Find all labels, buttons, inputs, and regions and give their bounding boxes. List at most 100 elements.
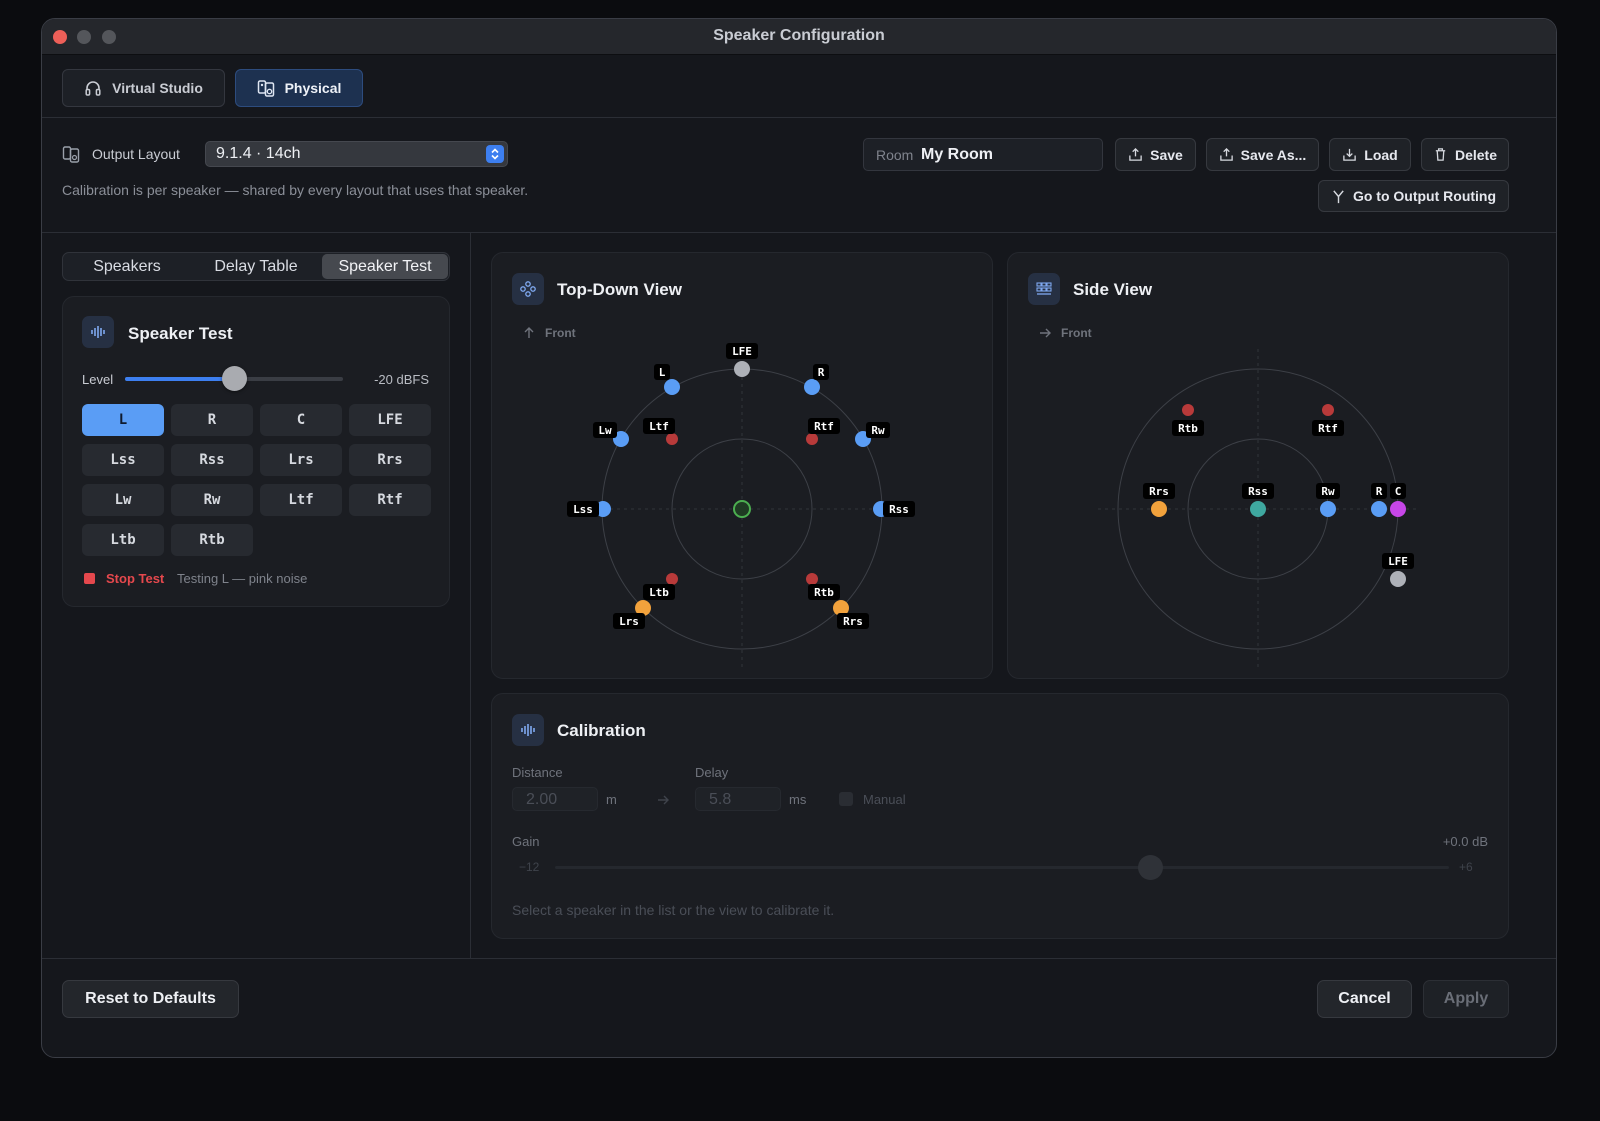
side-view-canvas[interactable]: Rtb Rtf Rrs Rss Rw R C LFE: [1008, 253, 1510, 680]
speaker-button-lrs[interactable]: Lrs: [260, 444, 342, 476]
speaker-dot-rss[interactable]: [1250, 501, 1266, 517]
speaker-label-rtb: Rtb: [814, 586, 834, 599]
speaker-icon: [257, 80, 274, 97]
speaker-dot-rtb[interactable]: [1182, 404, 1194, 416]
level-slider[interactable]: [125, 366, 343, 391]
tab-speakers[interactable]: Speakers: [65, 254, 189, 279]
speaker-label-rtf: Rtf: [1318, 422, 1338, 435]
stop-test-button[interactable]: Stop Test: [106, 571, 164, 586]
level-slider-thumb[interactable]: [222, 366, 247, 391]
speaker-button-rrs[interactable]: Rrs: [349, 444, 431, 476]
speaker-dot-rrs[interactable]: [1151, 501, 1167, 517]
level-slider-fill: [125, 377, 234, 381]
level-label: Level: [82, 372, 114, 387]
speaker-dot-rtb[interactable]: [806, 573, 818, 585]
toolbar-divider: [42, 232, 1556, 233]
speaker-label-ltf: Ltf: [649, 420, 669, 433]
arrow-right-icon: [658, 795, 669, 805]
gain-max-label: +6: [1459, 860, 1473, 874]
speaker-dot-r[interactable]: [1371, 501, 1387, 517]
room-value: My Room: [921, 146, 993, 163]
save-as-icon: [1219, 147, 1233, 161]
speaker-dot-rtf[interactable]: [806, 433, 818, 445]
speaker-label-rw: Rw: [1321, 485, 1335, 498]
save-button[interactable]: Save: [1115, 138, 1196, 171]
delete-button[interactable]: Delete: [1421, 138, 1509, 171]
mode-physical-button[interactable]: Physical: [235, 69, 363, 107]
top-down-view-canvas[interactable]: LFE L R Lw Ltf Rtf Rw Lss Rss Ltb Rtb Lrs Rrs: [492, 253, 994, 680]
speaker-label-lrs: Lrs: [619, 615, 639, 628]
apply-button[interactable]: Apply: [1423, 980, 1509, 1018]
tab-delay-table[interactable]: Delay Table: [192, 254, 320, 279]
mode-virtual-studio-button[interactable]: Virtual Studio: [62, 69, 225, 107]
output-layout-icon: [62, 146, 80, 163]
speaker-label-rrs: Rrs: [1149, 485, 1169, 498]
speaker-dot-lfe[interactable]: [734, 361, 750, 377]
speaker-button-rss[interactable]: Rss: [171, 444, 253, 476]
speaker-dot-r[interactable]: [804, 379, 820, 395]
room-field[interactable]: Room My Room: [863, 138, 1103, 171]
tab-bar: Speakers Delay Table Speaker Test: [62, 252, 450, 281]
speaker-button-ltf[interactable]: Ltf: [260, 484, 342, 516]
speaker-label-rtf: Rtf: [814, 420, 834, 433]
speaker-button-lw[interactable]: Lw: [82, 484, 164, 516]
routing-label: Go to Output Routing: [1352, 188, 1497, 204]
calibration-note: Calibration is per speaker — shared by e…: [62, 182, 529, 198]
save-as-label: Save As...: [1240, 146, 1307, 163]
speaker-button-lfe[interactable]: LFE: [349, 404, 431, 436]
delay-unit: ms: [789, 792, 807, 807]
manual-label: Manual: [863, 792, 906, 807]
gain-slider-thumb[interactable]: [1138, 855, 1163, 880]
speaker-button-rw[interactable]: Rw: [171, 484, 253, 516]
calibration-panel: Calibration Distance 2.00 m Delay 5.8 ms…: [491, 693, 1509, 939]
speaker-label-lss: Lss: [573, 503, 593, 516]
speaker-button-ltb[interactable]: Ltb: [82, 524, 164, 556]
load-button[interactable]: Load: [1329, 138, 1411, 171]
delete-label: Delete: [1454, 146, 1498, 163]
speaker-button-rtf[interactable]: Rtf: [349, 484, 431, 516]
speaker-dot-ltb[interactable]: [666, 573, 678, 585]
header-divider: [42, 117, 1556, 118]
level-value: -20 dBFS: [374, 372, 429, 387]
trash-icon: [1435, 148, 1446, 161]
calibration-hint: Select a speaker in the list or the view…: [512, 902, 835, 918]
mode-physical-label: Physical: [284, 80, 342, 96]
speaker-dot-lfe[interactable]: [1390, 571, 1406, 587]
gain-label: Gain: [512, 834, 540, 849]
mode-virtual-studio-label: Virtual Studio: [112, 80, 203, 96]
tab-speaker-test[interactable]: Speaker Test: [322, 254, 448, 279]
speaker-label-r: R: [818, 366, 825, 379]
speaker-dot-rw[interactable]: [1320, 501, 1336, 517]
speaker-dot-rtf[interactable]: [1322, 404, 1334, 416]
manual-checkbox[interactable]: [839, 792, 853, 806]
gain-min-label: −12: [519, 860, 540, 874]
speaker-button-l[interactable]: L: [82, 404, 164, 436]
output-layout-label: Output Layout: [92, 146, 180, 162]
distance-input[interactable]: 2.00: [512, 787, 598, 811]
waveform-icon: [82, 316, 114, 348]
speaker-button-c[interactable]: C: [260, 404, 342, 436]
speaker-button-rtb[interactable]: Rtb: [171, 524, 253, 556]
sidebar-divider: [470, 233, 471, 959]
speaker-button-lss[interactable]: Lss: [82, 444, 164, 476]
load-icon: [1343, 148, 1357, 161]
reset-to-defaults-button[interactable]: Reset to Defaults: [62, 980, 239, 1018]
chevron-up-down-icon: [486, 145, 504, 163]
calibration-waveform-icon: [512, 714, 544, 746]
speaker-label-r: R: [1376, 485, 1383, 498]
save-icon: [1129, 147, 1142, 161]
gain-slider[interactable]: [555, 855, 1449, 880]
listener-marker: [733, 500, 751, 518]
speaker-dot-l[interactable]: [664, 379, 680, 395]
cancel-button[interactable]: Cancel: [1317, 980, 1412, 1018]
save-as-button[interactable]: Save As...: [1206, 138, 1319, 171]
calibration-title: Calibration: [557, 721, 646, 740]
go-to-output-routing-button[interactable]: Go to Output Routing: [1318, 180, 1509, 212]
speaker-button-r[interactable]: R: [171, 404, 253, 436]
distance-value: 2.00: [526, 791, 558, 808]
speaker-dot-c[interactable]: [1390, 501, 1406, 517]
speaker-dot-ltf[interactable]: [666, 433, 678, 445]
speaker-configuration-window: Speaker Configuration Virtual Studio Phy…: [41, 18, 1557, 1058]
output-layout-select[interactable]: 9.1.4 · 14ch: [205, 141, 508, 167]
delay-input[interactable]: 5.8: [695, 787, 781, 811]
